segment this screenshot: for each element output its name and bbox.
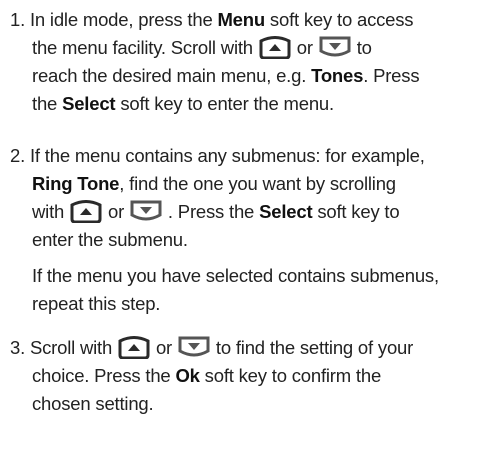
step-1-line-2: the menu facility. Scroll with or to: [10, 34, 502, 62]
tones-menu-label: Tones: [311, 65, 364, 86]
text: 2. If the menu contains any submenus: fo…: [10, 145, 425, 166]
note-line-1: If the menu you have selected contains s…: [32, 262, 502, 290]
step-3-line-3: chosen setting.: [10, 390, 502, 418]
text: enter the submenu.: [32, 229, 188, 250]
text: soft key to access: [264, 9, 414, 30]
step-1-line-1: 1. In idle mode, press the Menu soft key…: [10, 6, 502, 34]
step-1: 1. In idle mode, press the Menu soft key…: [10, 6, 502, 118]
text: soft key to confirm the: [199, 365, 382, 386]
text: soft key to: [312, 201, 400, 222]
menu-key-label: Menu: [217, 9, 265, 30]
text: . Press the: [162, 201, 260, 222]
scroll-down-key-icon: [177, 335, 211, 359]
text: 1. In idle mode, press the: [10, 9, 218, 30]
text: , find the one you want by scrolling: [119, 173, 396, 194]
select-key-label: Select: [62, 93, 116, 114]
text: reach the desired main menu, e.g.: [32, 65, 312, 86]
step-2-line-1: 2. If the menu contains any submenus: fo…: [10, 142, 502, 170]
text: with: [32, 201, 70, 222]
text: or: [291, 37, 318, 58]
scroll-down-key-icon: [318, 35, 352, 59]
select-key-label: Select: [259, 201, 313, 222]
text: or: [103, 201, 129, 222]
text: or: [151, 337, 177, 358]
text: soft key to enter the menu.: [115, 93, 334, 114]
note-line-2: repeat this step.: [32, 290, 502, 318]
step-2-line-3: with or . Press the Select soft key to: [10, 198, 502, 226]
text: If the menu you have selected contains s…: [32, 265, 439, 286]
text: the: [32, 93, 63, 114]
text: choice. Press the: [32, 365, 176, 386]
step-2-line-4: enter the submenu.: [10, 226, 502, 254]
text: repeat this step.: [32, 293, 161, 314]
ok-key-label: Ok: [175, 365, 200, 386]
instructions-document: 1. In idle mode, press the Menu soft key…: [0, 0, 502, 450]
step-1-line-3: reach the desired main menu, e.g. Tones.…: [10, 62, 502, 90]
text: chosen setting.: [32, 393, 154, 414]
ring-tone-label: Ring Tone: [32, 173, 120, 194]
step-2-line-2: Ring Tone, find the one you want by scro…: [10, 170, 502, 198]
text: . Press: [363, 65, 420, 86]
step-3-line-2: choice. Press the Ok soft key to confirm…: [10, 362, 502, 390]
step-2: 2. If the menu contains any submenus: fo…: [10, 142, 502, 254]
step-3: 3. Scroll with or to find the setting of…: [10, 334, 502, 418]
text: the menu facility. Scroll with: [32, 37, 258, 58]
text: to find the setting of your: [210, 337, 414, 358]
scroll-up-key-icon: [69, 199, 103, 223]
scroll-up-key-icon: [258, 35, 292, 59]
step-1-line-4: the Select soft key to enter the menu.: [10, 90, 502, 118]
text: 3. Scroll with: [10, 337, 118, 358]
step-3-line-1: 3. Scroll with or to find the setting of…: [10, 334, 502, 362]
scroll-up-key-icon: [117, 335, 151, 359]
text: to: [351, 37, 372, 58]
submenu-note: If the menu you have selected contains s…: [32, 262, 502, 318]
scroll-down-key-icon: [129, 199, 163, 223]
